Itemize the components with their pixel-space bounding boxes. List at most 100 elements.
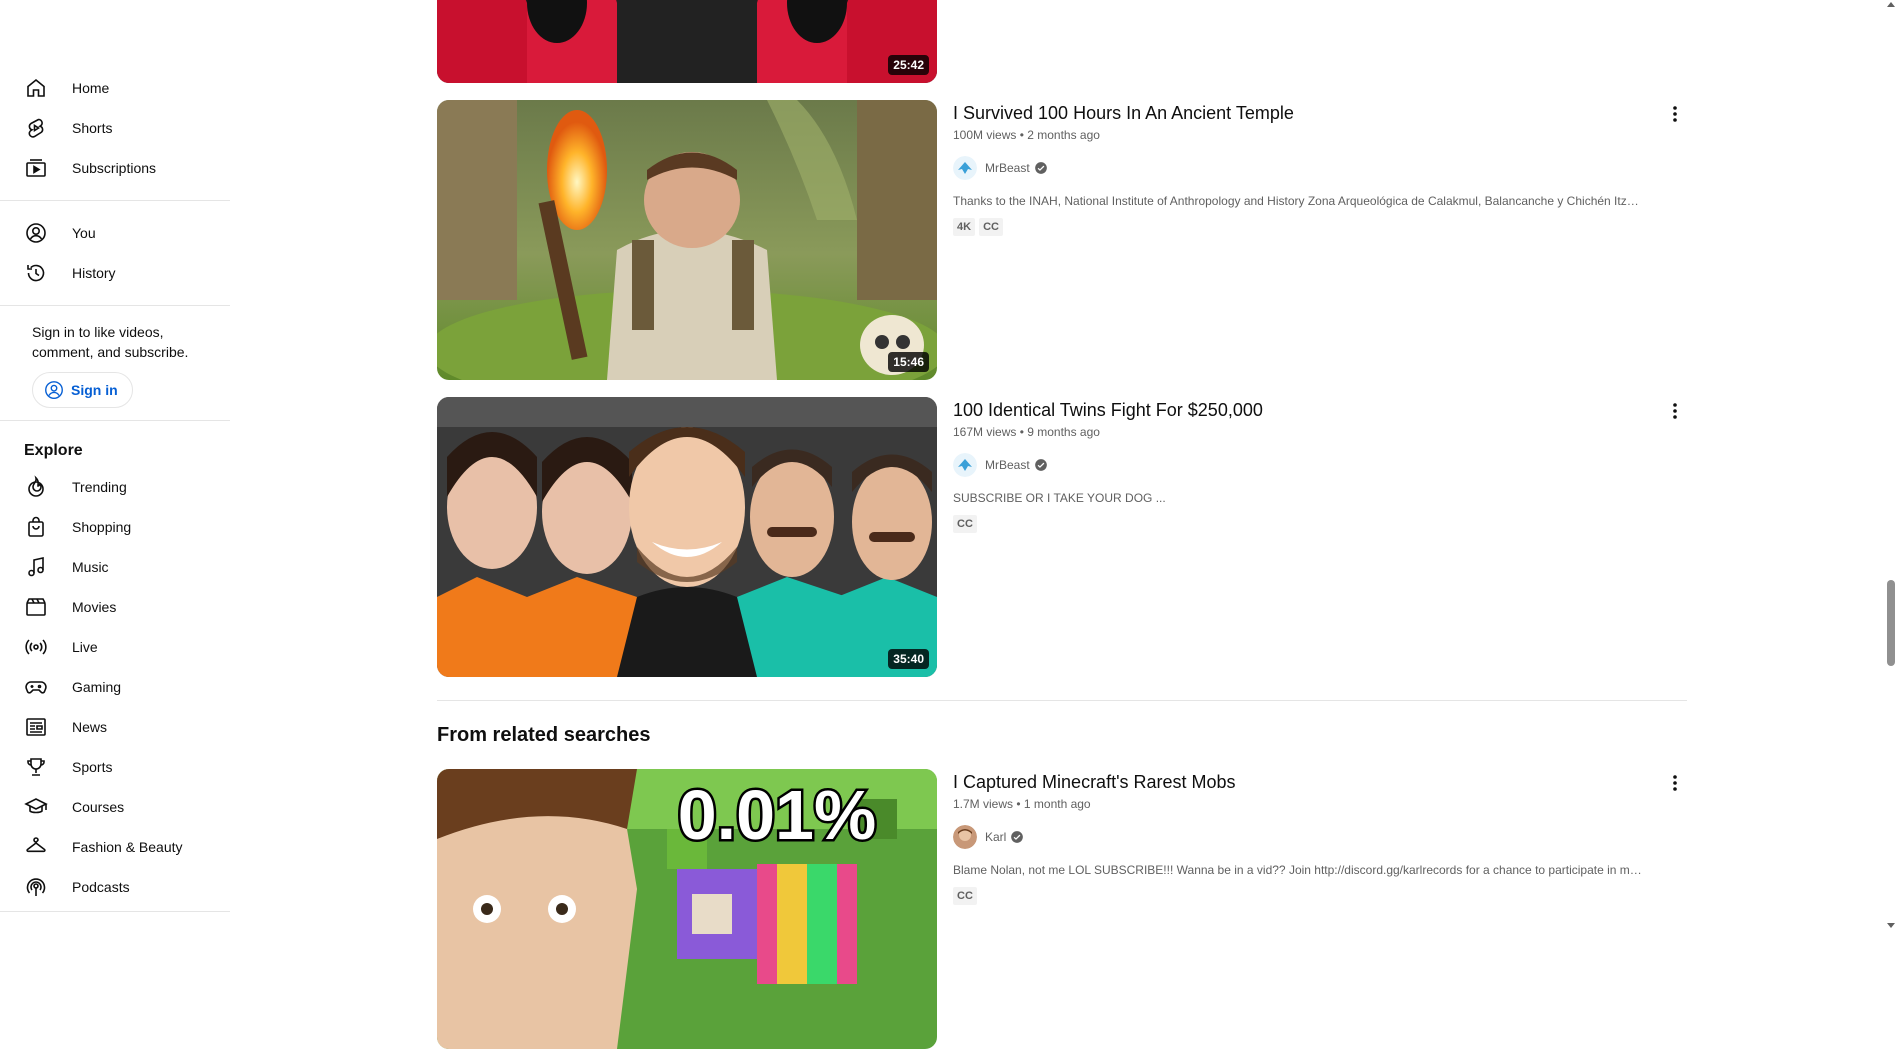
sidebar-item-label: Fashion & Beauty — [72, 839, 183, 855]
video-thumbnail[interactable]: 15:46 — [437, 100, 937, 380]
sidebar-divider — [0, 305, 230, 306]
sidebar-item-label: Trending — [72, 479, 127, 495]
signin-prompt-text: Sign in to like videos, comment, and sub… — [32, 324, 189, 360]
sidebar-item-sports[interactable]: Sports — [0, 747, 230, 787]
sidebar-item-trending[interactable]: Trending — [0, 467, 230, 507]
sidebar-divider — [0, 420, 230, 421]
section-divider — [437, 700, 1687, 701]
account-circle-icon — [45, 381, 63, 399]
clapperboard-icon — [24, 595, 48, 619]
verified-badge-icon — [1034, 459, 1047, 471]
channel-name[interactable]: Karl — [985, 830, 1006, 844]
more-options-button[interactable] — [1663, 102, 1687, 126]
scroll-up-arrow-icon[interactable] — [1887, 2, 1895, 7]
channel-link[interactable]: Karl — [953, 825, 1653, 849]
subscriptions-icon — [24, 156, 48, 180]
video-thumbnail[interactable]: 0.01% — [437, 769, 937, 1049]
video-description: Thanks to the INAH, National Institute o… — [953, 194, 1643, 208]
channel-avatar[interactable] — [953, 825, 977, 849]
sidebar-item-label: Podcasts — [72, 879, 130, 895]
video-info: I Captured Minecraft's Rarest Mobs 1.7M … — [953, 769, 1653, 905]
newspaper-icon — [24, 715, 48, 739]
scroll-down-arrow-icon[interactable] — [1887, 923, 1895, 928]
badge-cc: CC — [979, 218, 1003, 236]
sidebar-item-news[interactable]: News — [0, 707, 230, 747]
channel-link[interactable]: MrBeast — [953, 453, 1653, 477]
trending-icon — [24, 475, 48, 499]
video-info: I Survived 100 Hours In An Ancient Templ… — [953, 100, 1653, 236]
sidebar-item-history[interactable]: History — [0, 253, 230, 293]
sidebar-item-label: Music — [72, 559, 109, 575]
more-options-button[interactable] — [1663, 771, 1687, 795]
thumbnail-image — [437, 397, 937, 677]
sidebar-item-label: History — [72, 265, 116, 281]
sidebar-item-shopping[interactable]: Shopping — [0, 507, 230, 547]
thumbnail-image: 0.01% — [437, 769, 937, 1049]
channel-link[interactable]: MrBeast — [953, 156, 1653, 180]
sidebar-item-subscriptions[interactable]: Subscriptions — [0, 148, 230, 188]
related-searches-heading: From related searches — [437, 724, 651, 746]
page-scrollbar[interactable] — [1884, 0, 1898, 930]
music-note-icon — [24, 555, 48, 579]
sidebar-item-gaming[interactable]: Gaming — [0, 667, 230, 707]
thumbnail-image — [437, 0, 937, 83]
verified-badge-icon — [1034, 162, 1047, 174]
sidebar-item-label: Sports — [72, 759, 113, 775]
video-description: Blame Nolan, not me LOL SUBSCRIBE!!! Wan… — [953, 863, 1643, 877]
channel-name[interactable]: MrBeast — [985, 161, 1030, 175]
channel-name[interactable]: MrBeast — [985, 458, 1030, 472]
sidebar-item-label: Home — [72, 80, 110, 96]
sidebar-item-movies[interactable]: Movies — [0, 587, 230, 627]
video-thumbnail[interactable]: 35:40 — [437, 397, 937, 677]
graduation-cap-icon — [24, 795, 48, 819]
live-broadcast-icon — [24, 635, 48, 659]
more-options-button[interactable] — [1663, 399, 1687, 423]
video-badges: CC — [953, 515, 1653, 533]
sidebar-you-section: You History — [0, 213, 230, 293]
explore-heading: Explore — [24, 442, 83, 459]
channel-avatar[interactable] — [953, 156, 977, 180]
kebab-menu-icon — [1673, 775, 1677, 791]
account-icon — [24, 221, 48, 245]
video-thumbnail[interactable]: 25:42 — [437, 0, 937, 83]
signin-button[interactable]: Sign in — [32, 372, 133, 408]
thumbnail-text: 0.01% — [678, 776, 876, 854]
sidebar-divider — [0, 200, 230, 201]
sidebar-item-live[interactable]: Live — [0, 627, 230, 667]
sidebar-item-you[interactable]: You — [0, 213, 230, 253]
badge-4k: 4K — [953, 218, 976, 236]
video-meta: 1.7M views • 1 month ago — [953, 797, 1091, 811]
badge-cc: CC — [953, 515, 977, 533]
channel-avatar[interactable] — [953, 453, 977, 477]
video-duration: 25:42 — [888, 55, 929, 75]
sidebar-item-fashion-beauty[interactable]: Fashion & Beauty — [0, 827, 230, 867]
sidebar-item-label: Shopping — [72, 519, 132, 535]
hanger-icon — [24, 835, 48, 859]
scrollbar-thumb[interactable] — [1887, 580, 1895, 666]
video-title[interactable]: I Survived 100 Hours In An Ancient Templ… — [953, 100, 1653, 126]
shopping-bag-icon — [24, 515, 48, 539]
sidebar-item-courses[interactable]: Courses — [0, 787, 230, 827]
explore-list: Trending Shopping Music Movies Live Gaming New… — [0, 467, 230, 907]
history-icon — [24, 261, 48, 285]
sidebar-item-label: Live — [72, 639, 98, 655]
sidebar-item-label: Courses — [72, 799, 125, 815]
video-info: 100 Identical Twins Fight For $250,000 1… — [953, 397, 1653, 533]
video-description: SUBSCRIBE OR I TAKE YOUR DOG ... — [953, 491, 1166, 505]
sidebar: Home Shorts Subscriptions You History Si… — [0, 0, 230, 930]
sidebar-item-label: Movies — [72, 599, 117, 615]
video-title[interactable]: I Captured Minecraft's Rarest Mobs — [953, 769, 1653, 795]
sidebar-item-label: Gaming — [72, 679, 122, 695]
sidebar-item-music[interactable]: Music — [0, 547, 230, 587]
signin-button-label: Sign in — [71, 382, 118, 398]
kebab-menu-icon — [1673, 106, 1677, 122]
sidebar-item-shorts[interactable]: Shorts — [0, 108, 230, 148]
sidebar-item-home[interactable]: Home — [0, 68, 230, 108]
gamepad-icon — [24, 675, 48, 699]
sidebar-item-podcasts[interactable]: Podcasts — [0, 867, 230, 907]
video-title[interactable]: 100 Identical Twins Fight For $250,000 — [953, 397, 1653, 423]
sidebar-divider — [0, 911, 230, 912]
home-icon — [24, 76, 48, 100]
sidebar-main-section: Home Shorts Subscriptions — [0, 68, 230, 188]
video-badges: 4K CC — [953, 218, 1653, 236]
